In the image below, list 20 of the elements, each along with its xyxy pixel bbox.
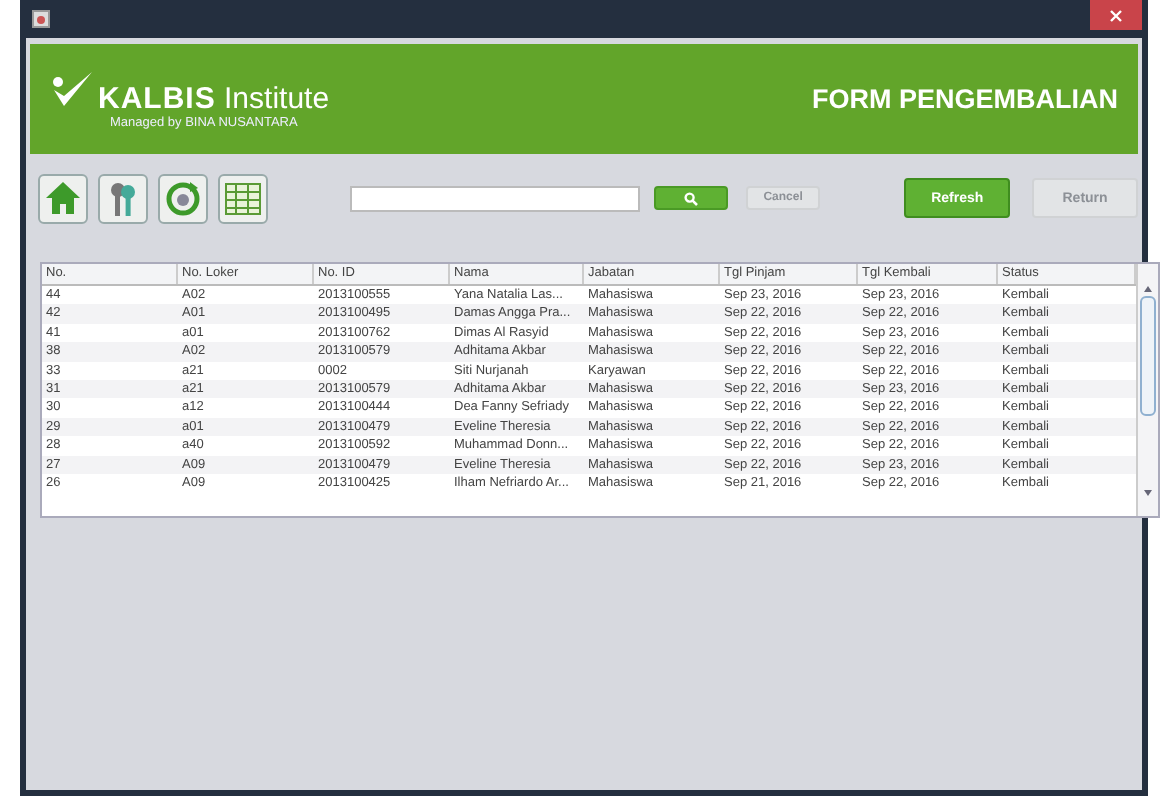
app-icon [32,10,50,28]
table-icon [223,181,262,215]
search-icon [683,191,698,205]
toolbar-button[interactable] [98,173,148,223]
toolbar-button[interactable] [38,173,88,223]
close-button[interactable] [1090,0,1142,30]
close-icon [1110,9,1122,21]
brand-name: KALBIS Institute [98,81,330,115]
scrollbar[interactable] [1136,264,1158,516]
scrollbar-thumb[interactable] [1140,296,1156,416]
home-icon [44,180,82,216]
search-button[interactable] [653,186,728,210]
logo-icon [50,69,94,109]
search-field[interactable] [349,185,640,211]
scroll-up-icon [1144,286,1152,292]
toolbar-button[interactable] [157,173,208,223]
form-heading: FORM PENGEMBALIAN [812,84,1118,114]
refresh-icon [163,179,202,217]
scroll-down-icon [1144,490,1152,496]
toolbar-button[interactable] [217,173,268,223]
